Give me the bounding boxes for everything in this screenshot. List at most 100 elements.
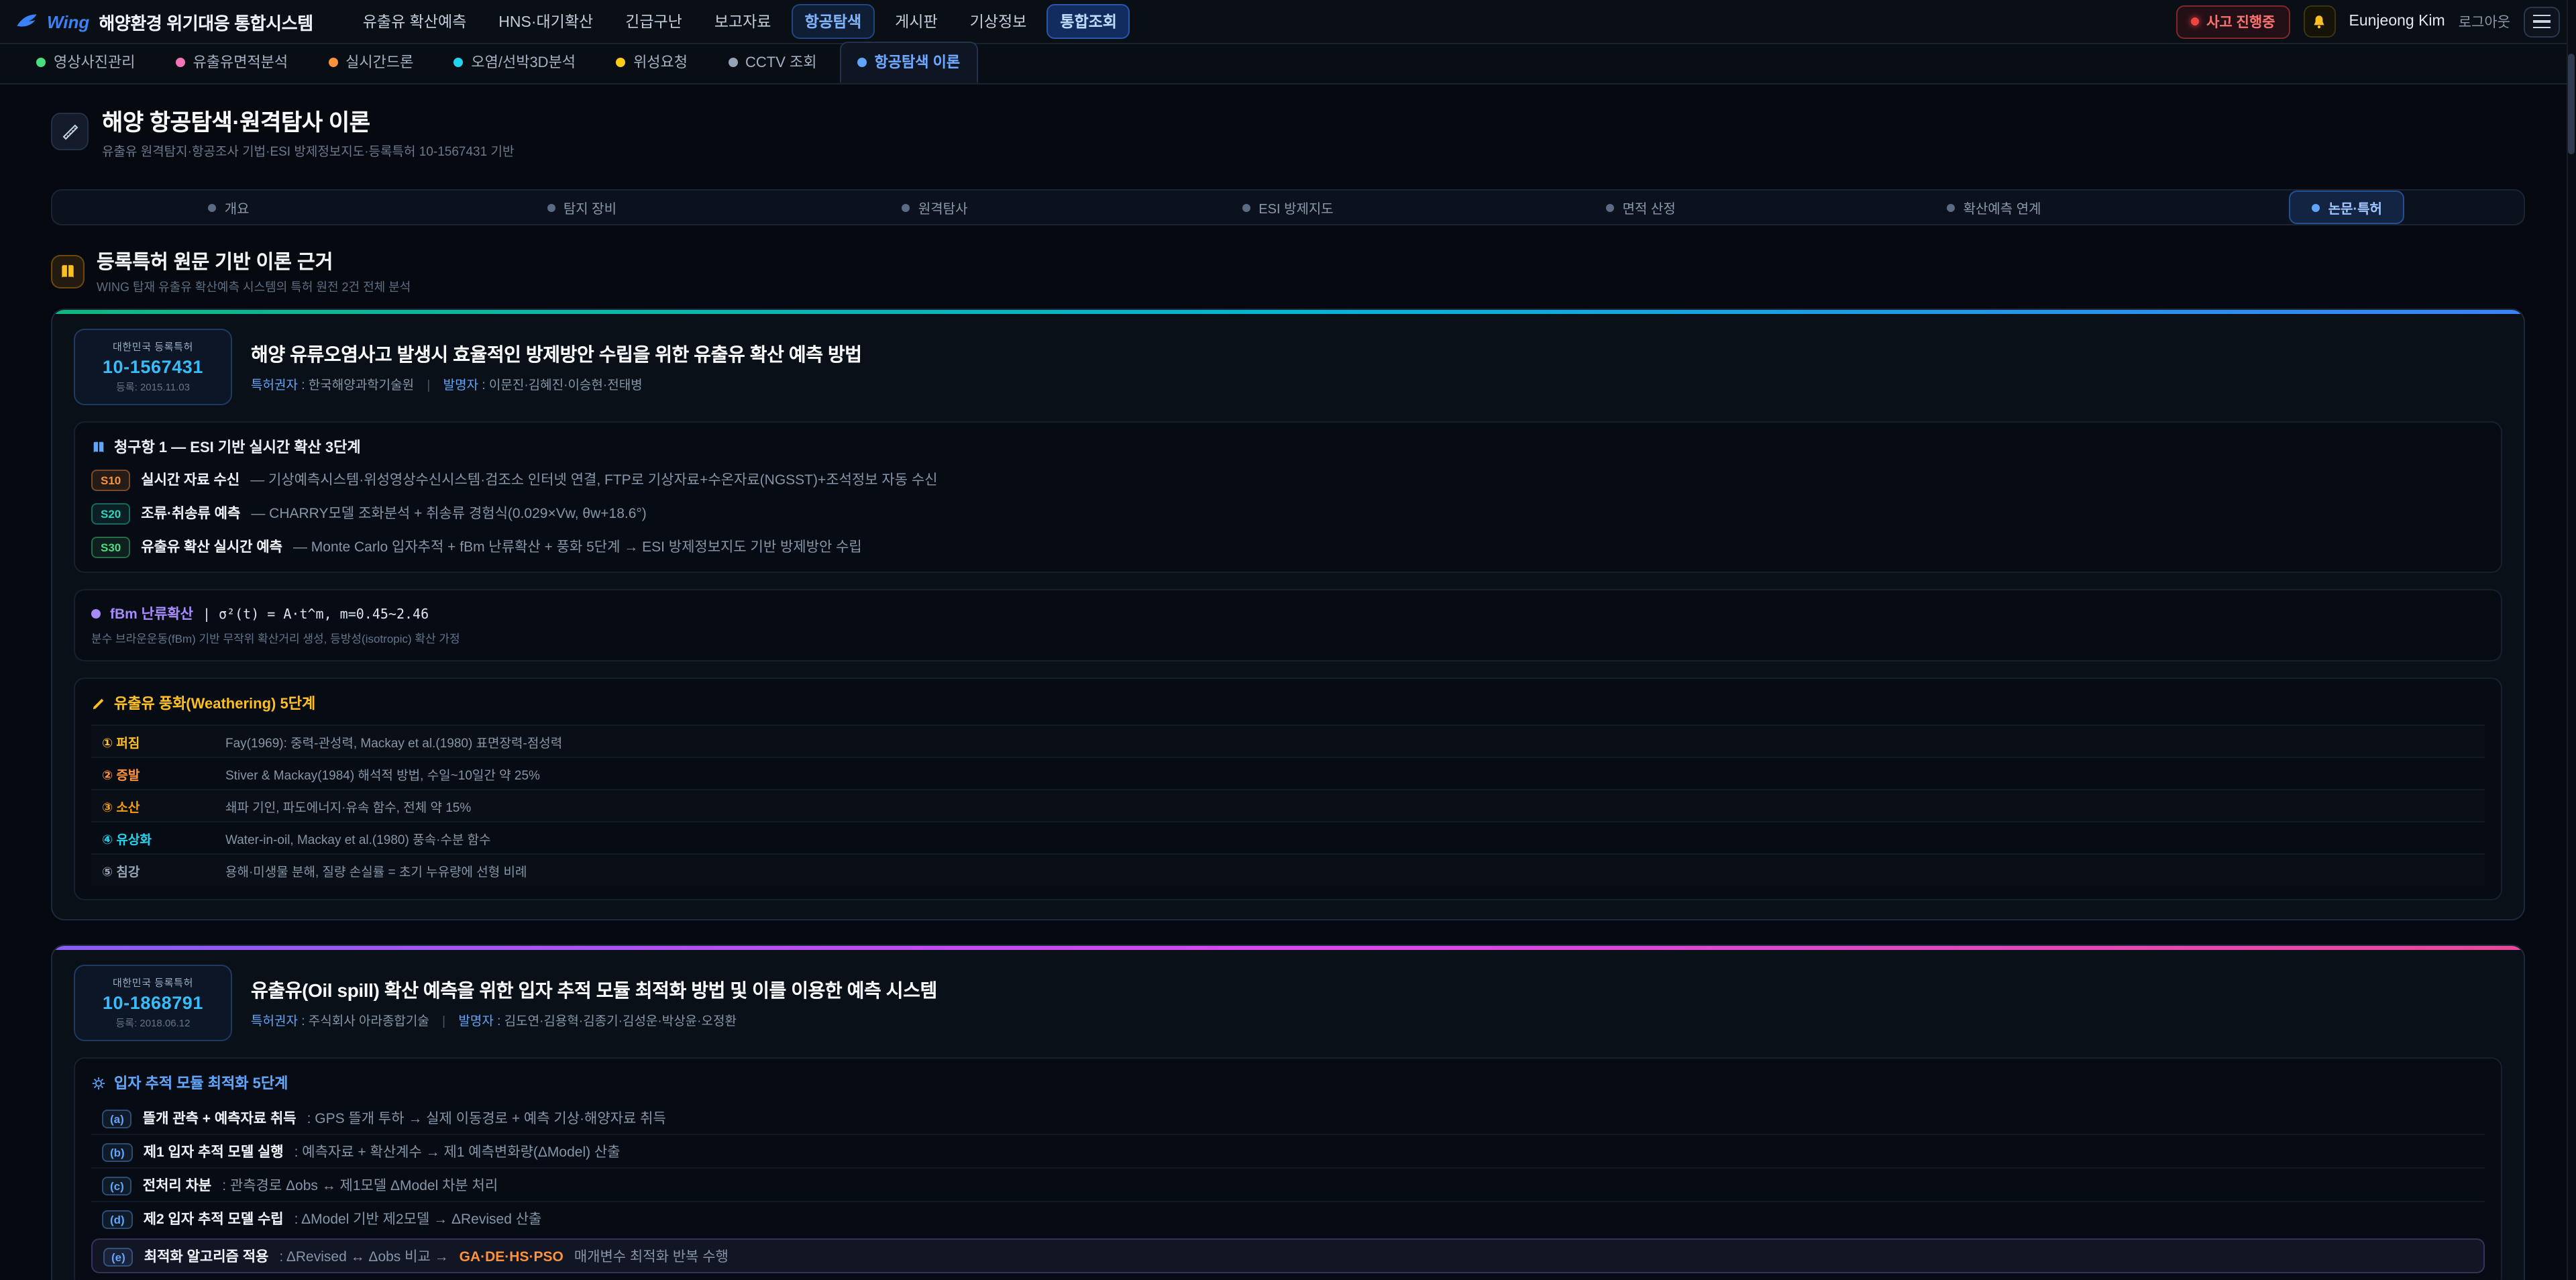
patent-header: 대한민국 등록특허 10-1868791 등록: 2018.06.12 유출유(… xyxy=(74,965,2502,1041)
subnav-item-cctv[interactable]: CCTV 조회 xyxy=(710,42,835,83)
section-header: 등록특허 원문 기반 이론 근거 WING 탑재 유출유 확산예측 시스템의 특… xyxy=(51,247,2525,295)
remote-sensing-icon xyxy=(902,203,910,211)
claims-panel-header: 청구항 1 — ESI 기반 실시간 확산 3단계 xyxy=(91,436,2485,458)
optimization-title: 입자 추적 모듈 최적화 5단계 xyxy=(114,1072,288,1094)
oil-area-analysis-icon xyxy=(175,57,184,66)
tab-esi-map[interactable]: ESI 방제지도 xyxy=(1112,191,1464,224)
opt-step-c: (c) 전처리 차분 : 관측경로 Δobs ↔ 제1모델 ΔModel 차분 … xyxy=(91,1167,2485,1201)
opt-step-d: (d) 제2 입자 추적 모델 수립 : ΔModel 기반 제2모델 → ΔR… xyxy=(91,1201,2485,1234)
opt-step-code: (d) xyxy=(102,1210,133,1228)
owner-value: 한국해양과학기술원 xyxy=(309,378,414,393)
user-name[interactable]: Eunjeong Kim xyxy=(2349,13,2445,30)
main-content: 해양 항공탐색·원격탐사 이론 유출유 원격탐지·항공조사 기법·ESI 방제정… xyxy=(0,85,2576,1280)
subnav-item-realtime-drone[interactable]: 실시간드론 xyxy=(311,42,431,83)
subnav-item-image-management[interactable]: 영상사진관리 xyxy=(19,42,152,83)
weathering-row-evaporation: ② 증발 Stiver & Mackay(1984) 해석적 방법, 수일~10… xyxy=(91,757,2485,789)
nav-item-reports[interactable]: 보고자료 xyxy=(702,5,784,38)
gear-icon xyxy=(91,1075,106,1090)
opt-step-desc: : 예측자료 + 확산계수 → 제1 예측변화량(ΔModel) 산출 xyxy=(294,1141,621,1161)
weathering-row-dispersion: ③ 소산 쇄파 기인, 파도에너지·유속 함수, 전체 약 15% xyxy=(91,789,2485,821)
incident-status-label: 사고 진행중 xyxy=(2206,11,2275,32)
tab-remote-sensing[interactable]: 원격탐사 xyxy=(759,191,1112,224)
weathering-name: ③ 소산 xyxy=(102,796,225,815)
opt-step-name: 전처리 차분 xyxy=(143,1175,211,1195)
subnav-item-satellite-request[interactable]: 위성요청 xyxy=(598,42,705,83)
logout-button[interactable]: 로그아웃 xyxy=(2459,11,2510,32)
weathering-row-sedimentation: ⑤ 침강 용해·미생물 분해, 질량 손실률 = 초기 누유량에 선형 비례 xyxy=(91,853,2485,886)
logo-text: Wing xyxy=(47,11,89,32)
opt-step-name: 제2 입자 추적 모델 수립 xyxy=(144,1208,284,1228)
bell-icon xyxy=(2311,13,2328,30)
subtab-label: 위성요청 xyxy=(633,51,688,72)
owner-label: 특허권자 : xyxy=(251,378,305,393)
fbm-bullet-icon xyxy=(91,609,101,619)
owner-label: 특허권자 : xyxy=(251,1014,305,1029)
menu-button[interactable] xyxy=(2524,6,2560,37)
tab-label: ESI 방제지도 xyxy=(1258,197,1333,217)
subtab-label: 영상사진관리 xyxy=(54,51,135,72)
book-icon xyxy=(51,254,85,288)
weathering-panel: 유출유 풍화(Weathering) 5단계 ① 퍼짐 Fay(1969): 중… xyxy=(74,678,2502,900)
weathering-name: ④ 유상화 xyxy=(102,829,225,847)
owner-value: 주식회사 아라종합기술 xyxy=(309,1014,429,1029)
pencil-icon xyxy=(91,696,106,710)
tab-area-calculation[interactable]: 면적 산정 xyxy=(1464,191,1817,224)
subnav-item-oil-area-analysis[interactable]: 유출유면적분석 xyxy=(158,42,305,83)
nav-item-emergency-rescue[interactable]: 긴급구난 xyxy=(613,5,694,38)
step-name: 유출유 확산 실시간 예측 xyxy=(141,537,282,557)
subnav-item-aerial-search-theory[interactable]: 항공탐색 이론 xyxy=(840,42,978,83)
pollution-ship-3d-icon xyxy=(453,57,463,66)
vertical-scrollbar[interactable] xyxy=(2567,0,2576,1280)
area-calculation-icon xyxy=(1607,203,1615,211)
patent-title: 해양 유류오염사고 발생시 효율적인 방제방안 수립을 위한 유출유 확산 예측… xyxy=(251,341,862,368)
page-subtitle: 유출유 원격탐지·항공조사 기법·ESI 방제정보지도·등록특허 10-1567… xyxy=(102,141,514,160)
tab-label: 원격탐사 xyxy=(918,197,968,217)
opt-step-desc: : 관측경로 Δobs ↔ 제1모델 ΔModel 차분 처리 xyxy=(222,1175,498,1195)
brand[interactable]: Wing 해양환경 위기대응 통합시스템 xyxy=(16,9,313,34)
opt-step-desc-tail: 매개변수 최적화 반복 수행 xyxy=(574,1246,729,1266)
weathering-table: ① 퍼짐 Fay(1969): 중력-관성력, Mackay et al.(19… xyxy=(91,725,2485,886)
weathering-desc: 쇄파 기인, 파도에너지·유속 함수, 전체 약 15% xyxy=(225,796,471,815)
opt-step-code: (c) xyxy=(102,1176,132,1195)
aerial-search-theory-icon xyxy=(857,57,867,66)
inventor-label: 발명자 : xyxy=(458,1014,500,1029)
patent-number: 10-1868791 xyxy=(83,993,223,1013)
incident-dot-icon xyxy=(2190,17,2198,25)
tab-label: 논문·특허 xyxy=(2328,197,2382,217)
tab-label: 탐지 장비 xyxy=(564,197,616,217)
papers-patents-icon xyxy=(2312,203,2320,211)
subnav-item-pollution-ship-3d[interactable]: 오염/선박3D분석 xyxy=(436,42,593,83)
weathering-desc: 용해·미생물 분해, 질량 손실률 = 초기 누유량에 선형 비례 xyxy=(225,861,527,879)
fbm-panel: fBm 난류확산 | σ²(t) = A·t^m, m=0.45~2.46 분수… xyxy=(74,589,2502,661)
tab-label: 개요 xyxy=(225,197,250,217)
tab-label: 면적 산정 xyxy=(1623,197,1676,217)
image-management-icon xyxy=(36,57,46,66)
weathering-name: ① 퍼짐 xyxy=(102,732,225,751)
step-code-badge: S20 xyxy=(91,503,130,525)
app-root: Wing 해양환경 위기대응 통합시스템 유출유 확산예측 HNS·대기확산 긴… xyxy=(0,0,2576,1280)
main-nav: 유출유 확산예측 HNS·대기확산 긴급구난 보고자료 항공탐색 게시판 기상정… xyxy=(351,4,2151,39)
nav-item-aerial-search[interactable]: 항공탐색 xyxy=(791,4,875,39)
nav-item-spill-prediction[interactable]: 유출유 확산예측 xyxy=(351,5,479,38)
tab-overview[interactable]: 개요 xyxy=(52,191,405,224)
nav-item-weather-info[interactable]: 기상정보 xyxy=(958,5,1039,38)
tab-prediction-link[interactable]: 확산예측 연계 xyxy=(1817,191,2170,224)
scrollbar-thumb[interactable] xyxy=(2568,54,2575,154)
notifications-button[interactable] xyxy=(2304,5,2336,38)
meta-separator: | xyxy=(442,1014,445,1029)
optimization-panel-header: 입자 추적 모듈 최적화 5단계 xyxy=(91,1072,2485,1094)
nav-item-integrated-search[interactable]: 통합조회 xyxy=(1046,4,1130,39)
patent-card-1868791: 대한민국 등록특허 10-1868791 등록: 2018.06.12 유출유(… xyxy=(51,945,2525,1280)
claims-book-icon xyxy=(91,439,106,454)
claim-step-s10: S10 실시간 자료 수신 — 기상예측시스템·위성영상수신시스템·검조소 인터… xyxy=(91,470,2485,491)
opt-step-algorithms: GA·DE·HS·PSO xyxy=(460,1248,564,1265)
page-header: 해양 항공탐색·원격탐사 이론 유출유 원격탐지·항공조사 기법·ESI 방제정… xyxy=(51,103,2525,160)
nav-item-board[interactable]: 게시판 xyxy=(883,5,950,38)
sub-navbar: 영상사진관리 유출유면적분석 실시간드론 오염/선박3D분석 위성요청 CCTV… xyxy=(0,44,2576,85)
opt-step-desc: : GPS 뜰개 투하 → 실제 이동경로 + 예측 기상·해양자료 취득 xyxy=(307,1108,666,1128)
ruler-icon xyxy=(51,113,89,150)
nav-item-hns-dispersion[interactable]: HNS·대기확산 xyxy=(486,5,605,38)
fbm-formula: | σ²(t) = A·t^m, m=0.45~2.46 xyxy=(203,608,429,623)
tab-detection-equipment[interactable]: 탐지 장비 xyxy=(405,191,758,224)
tab-papers-patents[interactable]: 논문·특허 xyxy=(2171,191,2524,224)
